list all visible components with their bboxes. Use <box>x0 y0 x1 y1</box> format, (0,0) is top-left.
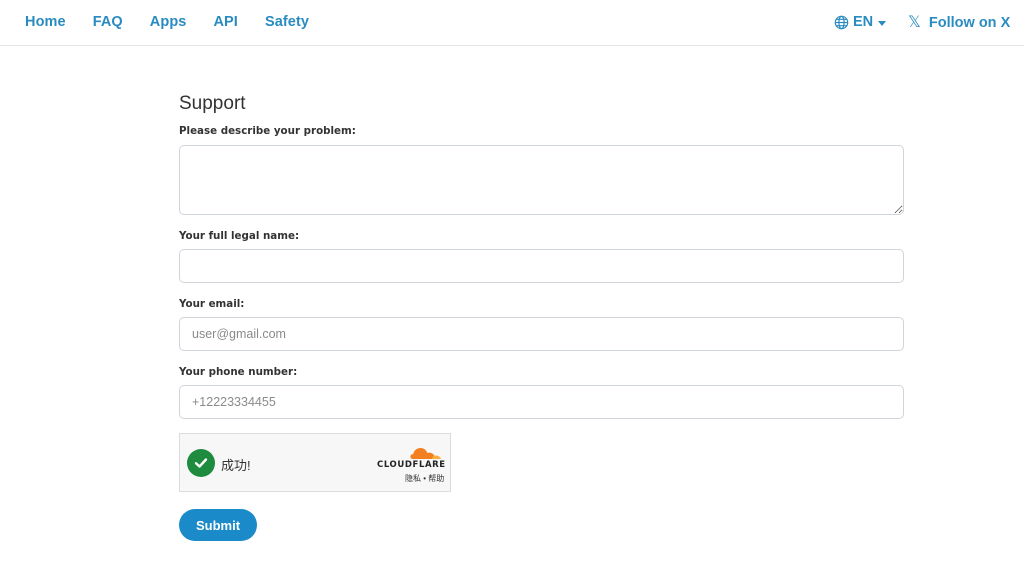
globe-icon <box>834 15 849 29</box>
caret-down-icon <box>878 20 887 26</box>
language-selector[interactable]: EN <box>834 14 887 30</box>
email-label: Your email: <box>179 298 245 310</box>
cloudflare-captcha-widget[interactable]: 成功! CLOUDFLARE 隐私 • 帮助 <box>179 433 451 492</box>
nav-faq-link[interactable]: FAQ <box>93 14 123 30</box>
nav-home-link[interactable]: Home <box>25 14 66 30</box>
problem-textarea[interactable] <box>179 145 904 215</box>
page-title: Support <box>179 93 246 114</box>
phone-label: Your phone number: <box>179 366 298 378</box>
check-circle-icon <box>187 449 215 477</box>
follow-on-x-link[interactable]: 𝕏 Follow on X <box>908 14 1011 32</box>
cloudflare-wordmark: CLOUDFLARE <box>377 460 446 470</box>
phone-input[interactable] <box>179 385 904 419</box>
x-logo-icon: 𝕏 <box>908 14 921 31</box>
problem-label: Please describe your problem: <box>179 125 356 137</box>
top-navigation: Home FAQ Apps API Safety EN 𝕏 Follow on … <box>0 0 1024 46</box>
submit-button[interactable]: Submit <box>179 509 257 541</box>
full-name-label: Your full legal name: <box>179 230 300 242</box>
nav-apps-link[interactable]: Apps <box>150 14 187 30</box>
captcha-privacy-help-links[interactable]: 隐私 • 帮助 <box>405 473 444 484</box>
support-form: Support Please describe your problem: Yo… <box>179 92 904 541</box>
language-label: EN <box>853 14 874 30</box>
captcha-status: 成功! <box>221 458 251 473</box>
nav-api-link[interactable]: API <box>213 14 237 30</box>
cloudflare-cloud-icon <box>410 448 441 459</box>
nav-safety-link[interactable]: Safety <box>265 14 309 30</box>
email-input[interactable] <box>179 317 904 351</box>
follow-label: Follow on X <box>928 15 1011 31</box>
nav-links: Home FAQ Apps API Safety <box>25 14 336 30</box>
full-name-input[interactable] <box>179 249 904 283</box>
